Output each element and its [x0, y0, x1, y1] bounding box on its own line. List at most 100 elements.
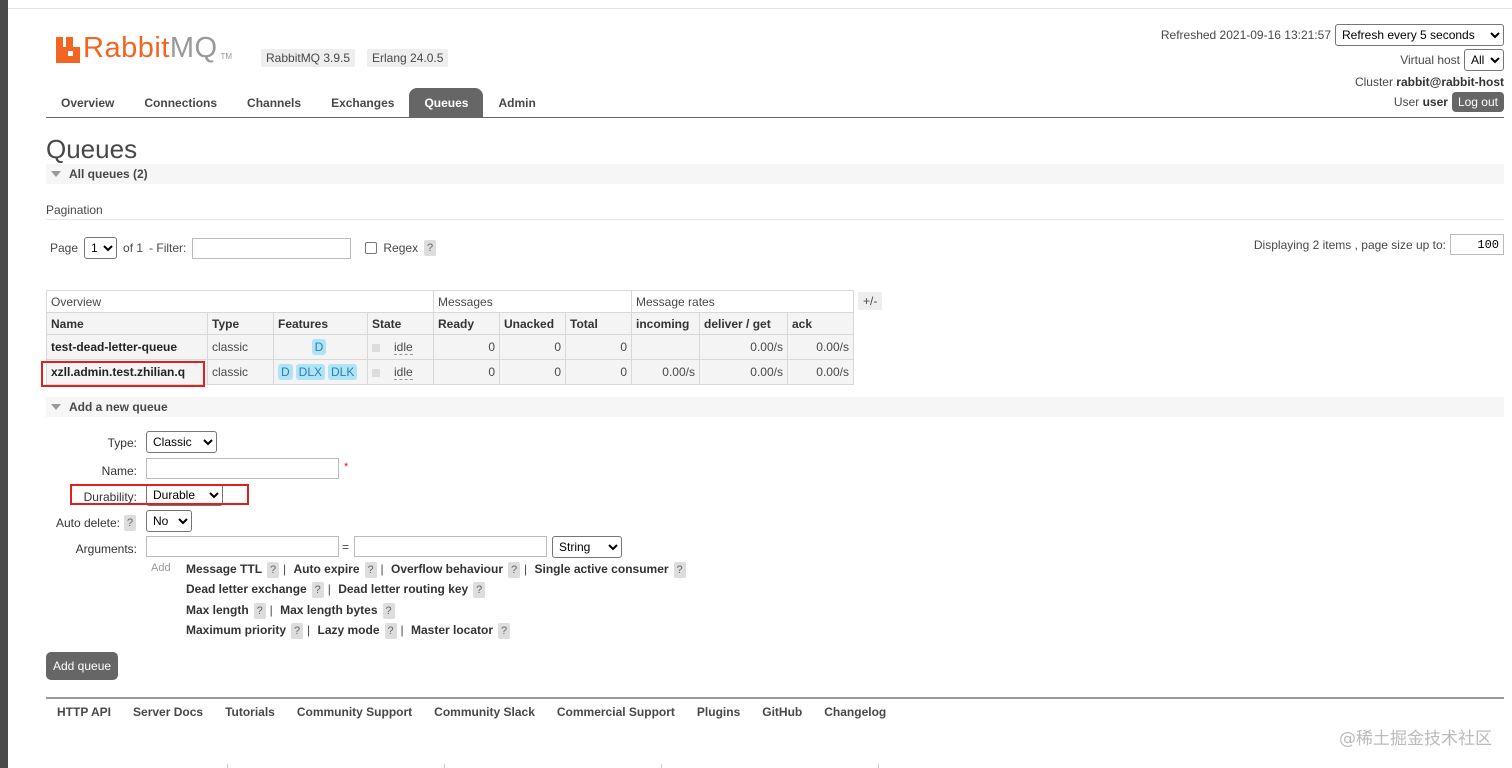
help-icon[interactable]: ?: [253, 603, 266, 619]
collapse-triangle-icon: [51, 404, 61, 410]
help-icon[interactable]: ?: [498, 623, 511, 639]
tab-connections[interactable]: Connections: [129, 88, 232, 117]
ack-rate: 0.00/s: [787, 334, 854, 360]
help-icon[interactable]: ?: [382, 603, 395, 619]
rabbitmq-logo[interactable]: RabbitMQ TM: [56, 33, 232, 63]
arg-max-length-bytes-link[interactable]: Max length bytes: [280, 603, 377, 617]
footer-link-plugins[interactable]: Plugins: [697, 705, 740, 719]
column-header-deliver-get[interactable]: deliver / get: [699, 312, 788, 335]
user-info: User user Log out: [1161, 92, 1504, 112]
regex-checkbox[interactable]: [365, 242, 378, 254]
page-select[interactable]: 1: [84, 237, 118, 259]
help-icon[interactable]: ?: [384, 623, 397, 639]
queue-type-select[interactable]: Classic: [146, 431, 217, 453]
group-header-messages: Messages: [433, 290, 632, 313]
main-nav: Overview Connections Channels Exchanges …: [46, 88, 551, 117]
help-icon[interactable]: ?: [291, 623, 304, 639]
feature-badge-dlx: DLX: [295, 364, 326, 380]
column-header-total[interactable]: Total: [565, 312, 632, 335]
column-header-type[interactable]: Type: [207, 312, 274, 335]
ready-count: 0: [433, 359, 500, 385]
auto-delete-select[interactable]: No: [146, 510, 192, 532]
footer-link-tutorials[interactable]: Tutorials: [225, 705, 275, 719]
logo-text-rabbit: Rabbit: [83, 32, 170, 64]
footer-link-community-slack[interactable]: Community Slack: [434, 705, 535, 719]
arg-single-active-consumer-link[interactable]: Single active consumer: [534, 562, 668, 576]
arg-master-locator-link[interactable]: Master locator: [411, 623, 493, 637]
help-icon[interactable]: ?: [473, 582, 486, 598]
footer-link-http-api[interactable]: HTTP API: [57, 705, 111, 719]
column-header-name[interactable]: Name: [46, 312, 208, 335]
all-queues-section-toggle[interactable]: All queues (2): [46, 164, 1504, 184]
arg-message-ttl-link[interactable]: Message TTL: [186, 562, 262, 576]
column-header-incoming[interactable]: incoming: [631, 312, 700, 335]
column-header-ready[interactable]: Ready: [433, 312, 500, 335]
page-size-input[interactable]: [1450, 234, 1504, 255]
help-icon[interactable]: ?: [267, 562, 280, 578]
queue-state: idle: [394, 340, 413, 355]
auto-delete-help-icon[interactable]: ?: [124, 515, 136, 531]
queue-state: idle: [394, 365, 413, 380]
pagination-divider: [46, 219, 1504, 220]
column-header-unacked[interactable]: Unacked: [499, 312, 566, 335]
regex-help-icon[interactable]: ?: [424, 240, 437, 256]
total-count: 0: [565, 359, 632, 385]
help-icon[interactable]: ?: [508, 562, 521, 578]
argument-key-input[interactable]: [146, 536, 339, 557]
arg-dead-letter-routing-key-link[interactable]: Dead letter routing key: [338, 582, 468, 596]
footer-link-commercial-support[interactable]: Commercial Support: [557, 705, 675, 719]
add-queue-button[interactable]: Add queue: [46, 652, 119, 680]
column-header-ack[interactable]: ack: [787, 312, 854, 335]
rabbitmq-logo-icon: [56, 37, 80, 63]
column-header-features: Features: [273, 312, 368, 335]
footer-link-github[interactable]: GitHub: [762, 705, 802, 719]
name-label: Name:: [101, 464, 137, 478]
arg-overflow-behaviour-link[interactable]: Overflow behaviour: [391, 562, 503, 576]
arg-auto-expire-link[interactable]: Auto expire: [294, 562, 360, 576]
tab-overview[interactable]: Overview: [46, 88, 129, 117]
argument-type-select[interactable]: String: [552, 536, 622, 558]
arg-max-length-link[interactable]: Max length: [186, 603, 249, 617]
tab-admin[interactable]: Admin: [483, 88, 550, 117]
arg-dead-letter-exchange-link[interactable]: Dead letter exchange: [186, 582, 307, 596]
footer-link-community-support[interactable]: Community Support: [297, 705, 412, 719]
pagination-controls: Page 1 of 1 - Filter: Regex ?: [50, 237, 442, 259]
footer-link-changelog[interactable]: Changelog: [824, 705, 886, 719]
username: user: [1422, 95, 1448, 109]
collapse-triangle-icon: [51, 171, 61, 177]
deliver-get-rate: 0.00/s: [699, 334, 788, 360]
unacked-count: 0: [499, 334, 566, 360]
add-queue-section-toggle[interactable]: Add a new queue: [46, 397, 1504, 417]
ready-count: 0: [433, 334, 500, 360]
tab-channels[interactable]: Channels: [232, 88, 316, 117]
arg-lazy-mode-link[interactable]: Lazy mode: [318, 623, 380, 637]
refreshed-timestamp: Refreshed 2021-09-16 13:21:57: [1160, 28, 1331, 42]
queue-name-link[interactable]: test-dead-letter-queue: [51, 340, 177, 354]
displaying-text: Displaying 2 items , page size up to:: [1253, 237, 1446, 252]
columns-toggle-button[interactable]: +/-: [858, 292, 883, 310]
filter-input[interactable]: [192, 237, 352, 259]
total-count: 0: [565, 334, 632, 360]
help-icon[interactable]: ?: [673, 562, 686, 578]
argument-value-input[interactable]: [354, 536, 547, 557]
logout-button[interactable]: Log out: [1451, 92, 1504, 112]
logo-trademark: TM: [220, 52, 233, 61]
tab-exchanges[interactable]: Exchanges: [316, 88, 409, 117]
footer-link-server-docs[interactable]: Server Docs: [133, 705, 203, 719]
virtual-host-select[interactable]: All: [1464, 49, 1504, 71]
queue-type: classic: [207, 359, 274, 385]
arg-maximum-priority-link[interactable]: Maximum priority: [186, 623, 286, 637]
page-title: Queues: [46, 134, 138, 164]
help-icon[interactable]: ?: [364, 562, 377, 578]
state-indicator-icon: [372, 343, 380, 352]
tab-queues[interactable]: Queues: [409, 88, 484, 117]
refresh-interval-select[interactable]: Refresh every 5 seconds: [1335, 24, 1504, 46]
queue-name-input[interactable]: [146, 458, 339, 479]
help-icon[interactable]: ?: [311, 582, 324, 598]
table-row[interactable]: test-dead-letter-queue classic D idle 0 …: [46, 334, 854, 360]
rabbitmq-version-badge: RabbitMQ 3.9.5: [261, 49, 356, 67]
watermark-text: @稀土掘金技术社区: [1339, 729, 1492, 749]
column-header-state[interactable]: State: [367, 312, 434, 335]
arguments-label: Arguments:: [75, 542, 137, 556]
queue-type: classic: [207, 334, 274, 360]
